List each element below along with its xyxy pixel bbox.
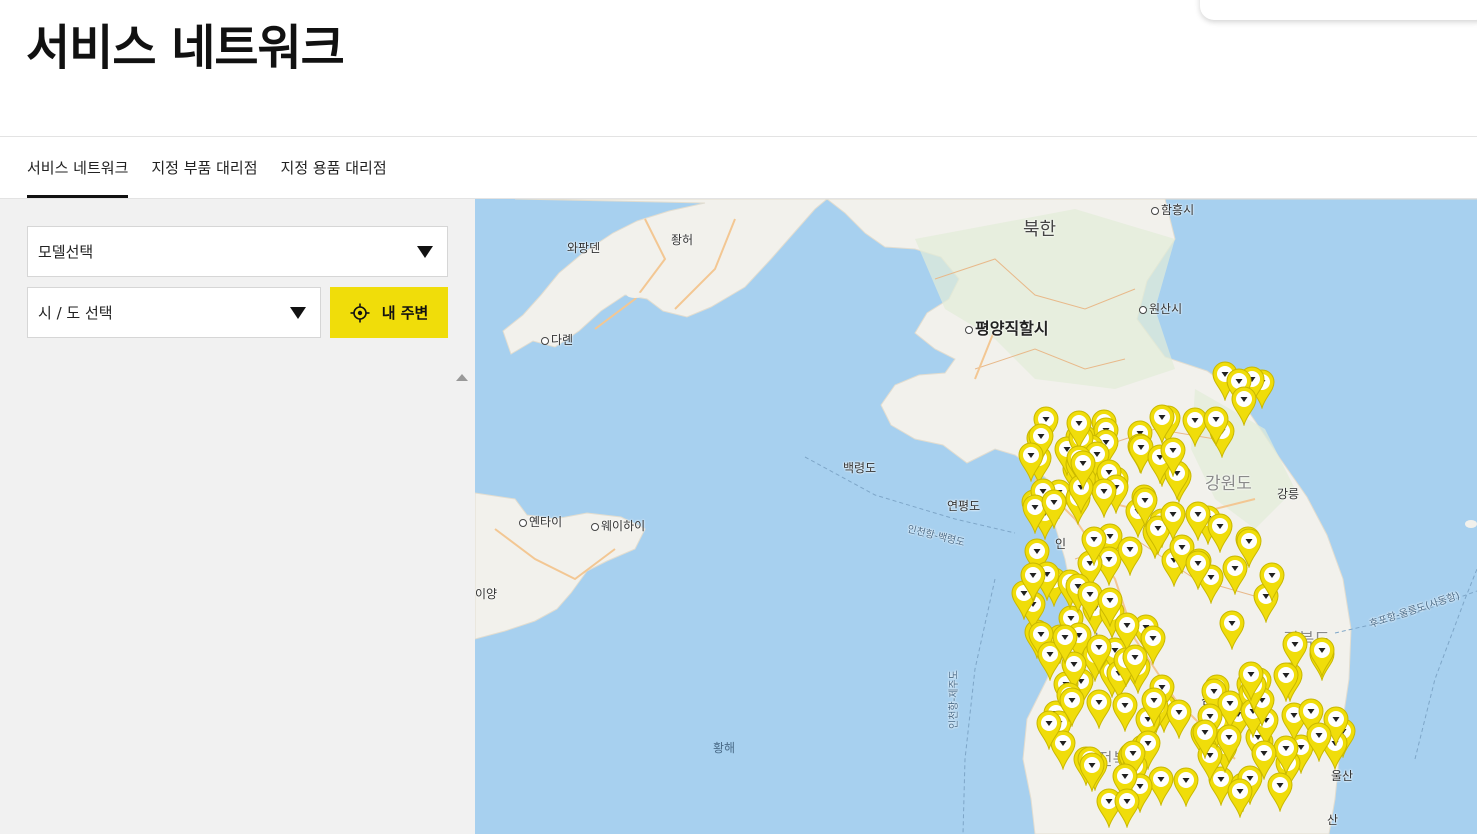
region-select-label: 시 / 도 선택 [38,304,113,322]
map-label: 북한 [1023,219,1057,240]
map-pin-icon[interactable] [1202,406,1229,447]
sidebar: 모델선택 시 / 도 선택 내 주변 [0,199,475,834]
region-select[interactable]: 시 / 도 선택 [27,287,321,338]
island [627,292,643,298]
ferry-route [962,578,996,834]
map-label: 함흥시 [1151,201,1194,218]
nearby-button[interactable]: 내 주변 [330,287,448,338]
map-pin-icon[interactable] [1231,386,1257,426]
island [1465,520,1477,528]
scroll-up-arrow-icon[interactable] [456,374,468,381]
tab-parts-dealers[interactable]: 지정 부품 대리점 [151,137,257,198]
map-pin-icon[interactable] [1086,689,1112,730]
map-pin-icon[interactable] [1219,610,1245,651]
map-pin-icon[interactable] [1166,699,1192,739]
map-label: 좡허 [671,233,694,247]
map-pin-icon[interactable] [1059,687,1085,728]
map-pin-icon[interactable] [1216,724,1242,764]
map-label: 연평도 [947,499,981,513]
map-pin-icon[interactable] [1081,526,1107,567]
tab-accessory-dealers[interactable]: 지정 용품 대리점 [281,137,387,198]
map-label: 강릉 [1277,487,1300,501]
map-label: 옌타이 [519,513,562,530]
map-pin-icon[interactable] [1306,722,1332,763]
page-title: 서비스 네트워크 [26,20,345,76]
map-pin-icon[interactable] [1018,442,1044,483]
map-pin-icon[interactable] [1227,778,1253,819]
map-pin-icon[interactable] [1117,536,1143,576]
map-label: 원산시 [1139,300,1182,317]
model-select-label: 모델선택 [38,243,94,261]
map-label: 인천항-제주도 [949,670,960,729]
map-pin-icon[interactable] [1079,752,1105,793]
map-pin-icon[interactable] [1140,687,1167,727]
map-pin-icon[interactable] [1259,562,1285,603]
map-pin-icon[interactable] [1160,501,1186,541]
map-pin-icon[interactable] [1207,513,1233,554]
map-pin-icon[interactable] [1273,735,1299,775]
map-pin-icon[interactable] [1160,437,1186,477]
caret-down-icon [417,246,433,258]
map-pin-icon[interactable] [1173,767,1199,808]
map-pin-icon[interactable] [1070,450,1096,490]
map-pin-icon[interactable] [1309,637,1335,678]
map-pin-icon[interactable] [1122,644,1148,684]
map-label: 백령도 [843,461,877,475]
target-icon [350,303,370,322]
map-pin-icon[interactable] [1185,550,1211,590]
map-label: 이양 [475,587,498,601]
map-label: 다롄 [541,331,573,348]
caret-down-icon [290,307,306,319]
map-pin-icon[interactable] [1036,710,1062,750]
map-pin-icon[interactable] [1273,662,1299,702]
map-label: 산 [1327,813,1339,827]
map-pin-icon[interactable] [1238,661,1264,702]
map-pin-icon[interactable] [1114,788,1140,828]
map-label: 평양직할시 [965,315,1049,339]
model-select[interactable]: 모델선택 [27,226,448,277]
tab-service-network[interactable]: 서비스 네트워크 [27,137,129,198]
nearby-button-label: 내 주변 [381,304,429,322]
map-pin-icon[interactable] [1192,719,1218,760]
map-label: 와팡덴 [567,241,601,255]
top-popup-edge [1200,0,1477,20]
map-pin-icon[interactable] [1052,624,1078,665]
service-map[interactable]: 북한 함흥시 원산시 평양직할시 와팡덴 좡허 다롄 백령도 연평도 인천항-백… [475,199,1477,834]
map-label: 황해 [713,741,736,755]
tab-bar: 서비스 네트워크 지정 부품 대리점 지정 용품 대리점 [27,137,410,198]
map-label: 강원도 [1205,474,1252,494]
map-pin-icon[interactable] [1041,489,1067,530]
map-label: 웨이하이 [591,517,645,534]
map-pin-icon[interactable] [1020,562,1046,602]
map-pin-icon[interactable] [1251,740,1277,781]
map-pin-icon[interactable] [1086,634,1112,674]
